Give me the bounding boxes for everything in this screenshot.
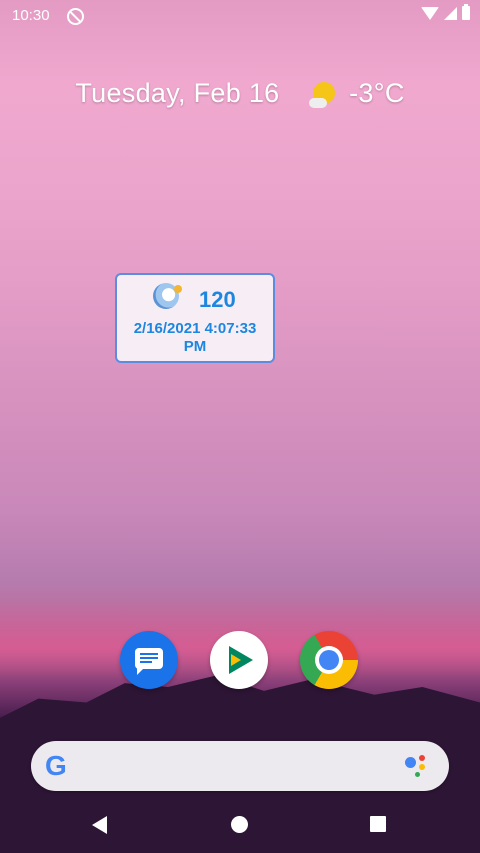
message-bubble-icon (135, 648, 163, 675)
assistant-dot-red (419, 755, 425, 761)
temperature-label[interactable]: -3°C (349, 78, 405, 108)
date-label[interactable]: Tuesday, Feb 16 (75, 78, 279, 108)
messages-app-icon[interactable] (120, 631, 178, 689)
message-line (140, 661, 152, 663)
navigation-bar (0, 796, 480, 853)
recents-icon[interactable] (370, 816, 386, 832)
assistant-dot-blue (405, 757, 416, 768)
assistant-dot-yellow (419, 764, 425, 770)
home-icon[interactable] (231, 816, 248, 833)
widget-app-icon (153, 283, 182, 309)
battery-icon (462, 4, 470, 20)
status-indicators (421, 4, 470, 20)
play-store-app-icon[interactable] (210, 631, 268, 689)
widget-datetime: 2/16/2021 4:07:33 PM (133, 320, 257, 355)
status-bar: 10:30 (0, 0, 480, 30)
back-icon[interactable] (92, 816, 107, 834)
weather-sunny-icon (309, 82, 336, 108)
widget-count: 120 (199, 287, 236, 312)
google-search-bar[interactable]: G (31, 741, 449, 791)
do-not-disturb-icon (67, 8, 84, 25)
google-g-icon: G (45, 750, 67, 781)
assistant-icon[interactable] (405, 755, 431, 779)
chrome-center-icon (315, 646, 343, 674)
chrome-app-icon[interactable] (300, 631, 358, 689)
wifi-icon (421, 6, 439, 20)
status-time: 10:30 (12, 7, 50, 24)
cell-signal-icon (444, 6, 457, 20)
home-widget[interactable]: 120 2/16/2021 4:07:33 PM (115, 273, 275, 363)
app-dock (0, 631, 480, 691)
play-triangle-icon (229, 646, 253, 674)
assistant-dot-green (415, 772, 420, 777)
message-line (140, 653, 158, 655)
message-line (140, 657, 158, 659)
at-a-glance[interactable]: Tuesday, Feb 16 -3°C (0, 78, 480, 109)
